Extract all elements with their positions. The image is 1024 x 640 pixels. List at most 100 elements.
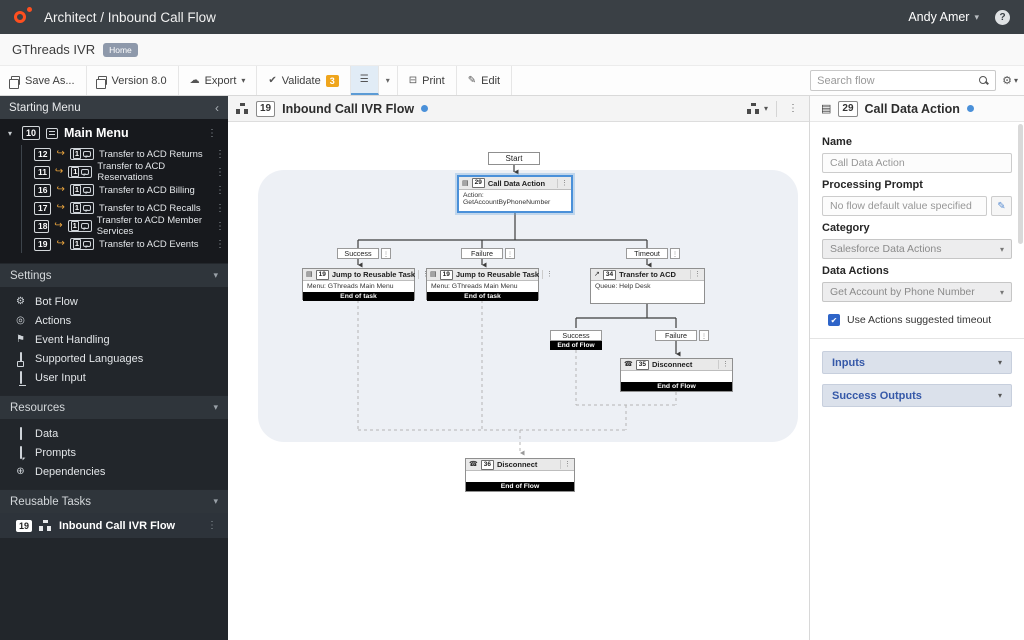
sidebar-item-transfer-billing[interactable]: 16 ↪ 1 Transfer to ACD Billing ⋮ [22, 181, 228, 199]
flow-title-bar: GThreads IVR Home [0, 34, 1024, 66]
sidebar-item-transfer-events[interactable]: 19 ↪ 1 Transfer to ACD Events ⋮ [22, 235, 228, 253]
view-mode-icon[interactable] [746, 103, 760, 114]
kebab-menu-icon[interactable]: ⋮ [212, 149, 228, 160]
node-disconnect-35[interactable]: ☎ 35 Disconnect ⋮ End of Flow [620, 358, 733, 392]
sidebar-item-user-input[interactable]: User Input [0, 368, 228, 387]
cloud-icon: ☁ [189, 75, 200, 86]
print-button[interactable]: ⊟ Print [398, 66, 457, 95]
sidebar-item-transfer-reservations[interactable]: 11 ↪ 1 Transfer to ACD Reservations ⋮ [22, 161, 228, 183]
category-select[interactable]: Salesforce Data Actions ▾ [822, 239, 1012, 259]
sidebar-item-transfer-member-services[interactable]: 18 ↪ 1 Transfer to ACD Member Services ⋮ [22, 215, 228, 237]
genesys-logo-icon [14, 7, 32, 27]
canvas-settings-button[interactable]: ⚙ ▾ [1002, 74, 1018, 87]
search-flow-input[interactable] [817, 74, 980, 87]
kebab-menu-icon[interactable]: ⋮ [212, 239, 228, 250]
kebab-menu-icon[interactable]: ⋮ [690, 270, 701, 279]
sidebar-item-inbound-call-ivr-flow[interactable]: 19 Inbound Call IVR Flow ⋮ [0, 513, 228, 538]
top-app-bar: Architect / Inbound Call Flow Andy Amer … [0, 0, 1024, 34]
sidebar-item-data[interactable]: Data [0, 424, 228, 443]
node-disconnect-36[interactable]: ☎ 36 Disconnect ⋮ End of Flow [465, 458, 575, 492]
properties-panel: ▤ 29 Call Data Action Name Call Data Act… [810, 96, 1024, 640]
category-label: Category [822, 222, 870, 234]
chevron-down-icon: ▾ [1013, 76, 1018, 85]
kebab-menu-icon[interactable]: ⋮ [718, 360, 729, 369]
node-id-badge: 19 [16, 519, 33, 532]
kebab-menu-icon[interactable]: ⋮ [505, 248, 515, 259]
info-icon[interactable] [421, 105, 429, 112]
sidebar-item-dependencies[interactable]: ⊕ Dependencies [0, 462, 228, 481]
sidebar: Starting Menu ‹ ▾ 10 Main Menu ⋮ 12 ↪ 1 … [0, 96, 228, 640]
user-menu[interactable]: Andy Amer ▾ [908, 10, 979, 24]
kebab-menu-icon[interactable]: ⋮ [212, 167, 228, 178]
inputs-accordion[interactable]: Inputs ▾ [822, 351, 1012, 374]
kebab-menu-icon[interactable]: ⋮ [785, 103, 801, 114]
start-node[interactable]: Start [488, 152, 540, 165]
gears-icon: ⚙ [16, 296, 25, 307]
processing-prompt-field[interactable]: No flow default value specified [822, 196, 987, 216]
kebab-menu-icon[interactable]: ⋮ [204, 128, 220, 139]
resources-section-header[interactable]: Resources ▾ [0, 395, 228, 419]
branch-success-label[interactable]: Success [337, 248, 379, 259]
data-actions-select[interactable]: Get Account by Phone Number ▾ [822, 282, 1012, 302]
chevron-down-icon[interactable]: ▾ [764, 104, 768, 113]
save-as-button[interactable]: Save As... [0, 66, 87, 95]
sitemap-icon [236, 103, 249, 114]
edit-prompt-button[interactable]: ✎ [991, 196, 1012, 216]
node-jump-to-reusable-task-success[interactable]: ▤ 19 Jump to Reusable Task ⋮ Menu: GThre… [302, 268, 429, 301]
info-icon[interactable] [966, 105, 974, 112]
kebab-menu-icon[interactable]: ⋮ [212, 203, 228, 214]
versions-icon [95, 76, 107, 89]
chevron-down-icon: ▾ [997, 358, 1002, 367]
sidebar-item-main-menu[interactable]: ▾ 10 Main Menu ⋮ [0, 121, 228, 145]
branch-failure-label[interactable]: Failure [461, 248, 503, 259]
panel-scrollbar[interactable] [1018, 124, 1023, 244]
export-button[interactable]: ☁ Export ▾ [179, 66, 258, 95]
task-icon: ▤ [306, 271, 313, 278]
node-transfer-to-acd[interactable]: ↗ 34 Transfer to ACD ⋮ Queue: Help Desk [590, 268, 705, 304]
kebab-menu-icon[interactable]: ⋮ [381, 248, 391, 259]
name-label: Name [822, 136, 852, 148]
kebab-menu-icon[interactable]: ⋮ [212, 185, 228, 196]
flow-diagram-area[interactable]: Start ▤ 29 Call Data Action ⋮ Action: Ge… [228, 122, 809, 640]
validate-button[interactable]: ✔ Validate 3 [257, 66, 351, 95]
kebab-menu-icon[interactable]: ⋮ [204, 520, 220, 531]
jump-icon: ↪ [54, 220, 63, 231]
database-icon: ▤ [821, 103, 832, 115]
node-call-data-action[interactable]: ▤ 29 Call Data Action ⋮ Action: GetAccou… [457, 175, 573, 213]
node-jump-to-reusable-task-failure[interactable]: ▤ 19 Jump to Reusable Task ⋮ Menu: GThre… [426, 268, 553, 301]
toggle-list-view-button[interactable]: ☰ [350, 66, 379, 95]
sidebar-item-prompts[interactable]: Prompts [0, 443, 228, 462]
phone-icon: ☎ [469, 461, 478, 468]
edit-button[interactable]: ✎ Edit [457, 66, 513, 95]
phone-icon: ☎ [624, 361, 633, 368]
jump-icon: ↪ [56, 238, 65, 249]
kebab-menu-icon[interactable]: ⋮ [557, 178, 568, 188]
starting-menu-header[interactable]: Starting Menu ‹ [0, 96, 228, 119]
suggested-timeout-checkbox[interactable]: ✔ [828, 314, 840, 326]
sidebar-item-actions[interactable]: ◎ Actions [0, 311, 228, 330]
version-button[interactable]: Version 8.0 [87, 66, 179, 95]
collapse-sidebar-icon[interactable]: ‹ [215, 101, 219, 115]
kebab-menu-icon[interactable]: ⋮ [560, 460, 571, 469]
branch-timeout-label[interactable]: Timeout [626, 248, 668, 259]
flow-canvas: 19 Inbound Call IVR Flow ▾ ⋮ Start ▤ 29 … [228, 96, 810, 640]
branch-success-label[interactable]: Success [550, 330, 602, 341]
kebab-menu-icon[interactable]: ⋮ [699, 330, 709, 341]
dtmf-speech-icon: 1 [69, 202, 95, 214]
kebab-menu-icon[interactable]: ⋮ [542, 270, 553, 279]
reusable-tasks-section-header[interactable]: Reusable Tasks ▾ [0, 489, 228, 513]
tree-expand-icon[interactable]: ▾ [8, 129, 16, 138]
name-field[interactable]: Call Data Action [822, 153, 1012, 173]
list-view-dropdown-button[interactable]: ▾ [379, 66, 398, 95]
sidebar-item-bot-flow[interactable]: ⚙ Bot Flow [0, 292, 228, 311]
branch-failure-label[interactable]: Failure [655, 330, 697, 341]
help-icon[interactable]: ? [995, 9, 1010, 25]
success-outputs-accordion[interactable]: Success Outputs ▾ [822, 384, 1012, 407]
tag-icon: ⚑ [16, 334, 25, 345]
kebab-menu-icon[interactable]: ⋮ [212, 221, 228, 232]
sidebar-item-supported-languages[interactable]: Supported Languages [0, 349, 228, 368]
settings-section-header[interactable]: Settings ▾ [0, 263, 228, 287]
sidebar-item-event-handling[interactable]: ⚑ Event Handling [0, 330, 228, 349]
kebab-menu-icon[interactable]: ⋮ [670, 248, 680, 259]
sitemap-icon [39, 520, 52, 531]
